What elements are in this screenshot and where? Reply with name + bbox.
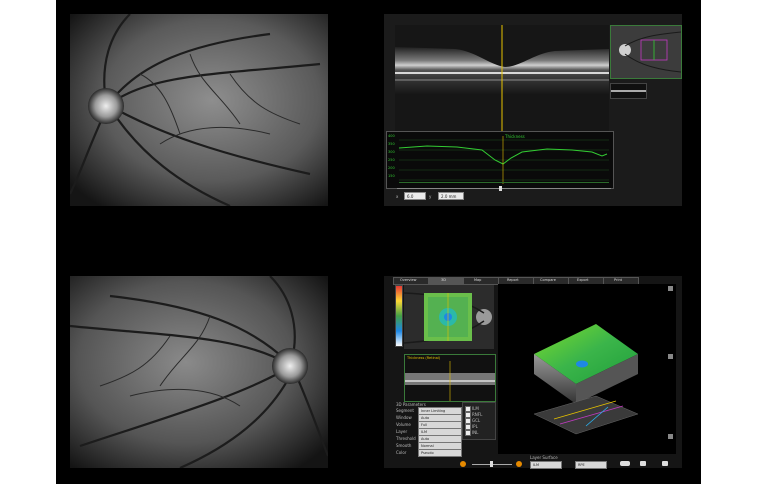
oct-inset[interactable]: Thickness (Retinal) xyxy=(404,354,496,402)
tab-label: 3D xyxy=(441,278,446,282)
tab-label: Report xyxy=(507,278,519,282)
3d-scroll-up[interactable] xyxy=(668,286,673,291)
oct-field-1[interactable]: 6.0 xyxy=(404,192,426,200)
fundus-thumbnail[interactable] xyxy=(610,25,682,79)
layer-options: ILM RNFL GCL IPL INL xyxy=(462,402,496,440)
3d-scroll-mid[interactable] xyxy=(668,354,673,359)
sidebar-label: Volume xyxy=(396,422,411,427)
zoom-in-button[interactable] xyxy=(516,461,522,467)
tab-label: Export xyxy=(577,278,589,282)
fundus-image-top[interactable] xyxy=(70,14,328,206)
oct-field-1-value: 6.0 xyxy=(407,194,414,199)
layer-checkbox[interactable] xyxy=(465,430,471,436)
surface-field-2[interactable]: RPE xyxy=(575,461,607,469)
zoom-slider-thumb[interactable] xyxy=(490,461,493,467)
oct-field-2-value: 2.0 mm xyxy=(441,194,457,199)
field-value: ILM xyxy=(421,430,428,434)
fundus-image-bottom[interactable] xyxy=(70,276,328,468)
tab-3d[interactable]: 3D xyxy=(428,277,464,285)
color-scale xyxy=(395,285,403,347)
field-value: Normal xyxy=(421,444,434,448)
field-value: Auto xyxy=(421,416,430,420)
sidebar-label: Segment xyxy=(396,408,414,413)
reset-button[interactable] xyxy=(640,461,646,466)
oct-slider-thumb[interactable] xyxy=(499,186,502,191)
save-button[interactable] xyxy=(662,461,668,466)
surface-field-1[interactable]: ILM xyxy=(530,461,562,469)
field1-label: x xyxy=(396,194,399,199)
field-value: RPE xyxy=(578,463,585,467)
field-value: Pseudo xyxy=(421,451,434,455)
oct-field-2[interactable]: 2.0 mm xyxy=(438,192,464,200)
layer-option-label: ILM xyxy=(472,406,479,411)
tab-label: Overview xyxy=(400,278,417,282)
field-value: Inner Limiting xyxy=(421,409,446,413)
tab-label: Print xyxy=(614,278,623,282)
bscan-thumbnail[interactable] xyxy=(610,83,647,99)
sidebar-label: Threshold xyxy=(396,436,416,441)
field-value: Full xyxy=(421,423,427,427)
tab-label: Map xyxy=(474,278,482,282)
thickness-graph: Thickness 400 350 300 250 200 150 xyxy=(386,131,614,189)
layer-option-label: INL xyxy=(472,430,479,435)
oct-slider-track[interactable] xyxy=(397,188,611,189)
layer-option-label: IPL xyxy=(472,424,478,429)
sidebar-label: Window xyxy=(396,415,412,420)
sidebar-label: Color xyxy=(396,450,407,455)
toggle-switch[interactable] xyxy=(620,461,630,466)
field-value: Auto xyxy=(421,437,430,441)
layer-option-label: RNFL xyxy=(472,412,483,417)
sidebar-label: Layer xyxy=(396,429,408,434)
zoom-out-button[interactable] xyxy=(460,461,466,467)
3d-view[interactable] xyxy=(498,284,676,454)
color-select[interactable]: Pseudo xyxy=(418,449,462,457)
field2-label: y xyxy=(429,194,432,199)
layer-option-label: GCL xyxy=(472,418,481,423)
oct-bscan[interactable] xyxy=(395,25,609,131)
field-value: ILM xyxy=(533,463,540,467)
tab-label: Compare xyxy=(540,278,556,282)
tab-overview[interactable]: Overview xyxy=(393,277,429,285)
tab-map[interactable]: Map xyxy=(463,277,499,285)
sidebar-label: Smooth xyxy=(396,443,412,448)
layer-surface-label: Layer Surface xyxy=(530,455,558,460)
oct-inset-label: Thickness (Retinal) xyxy=(407,356,441,360)
thickness-map[interactable] xyxy=(404,285,494,349)
3d-scroll-down[interactable] xyxy=(668,434,673,439)
